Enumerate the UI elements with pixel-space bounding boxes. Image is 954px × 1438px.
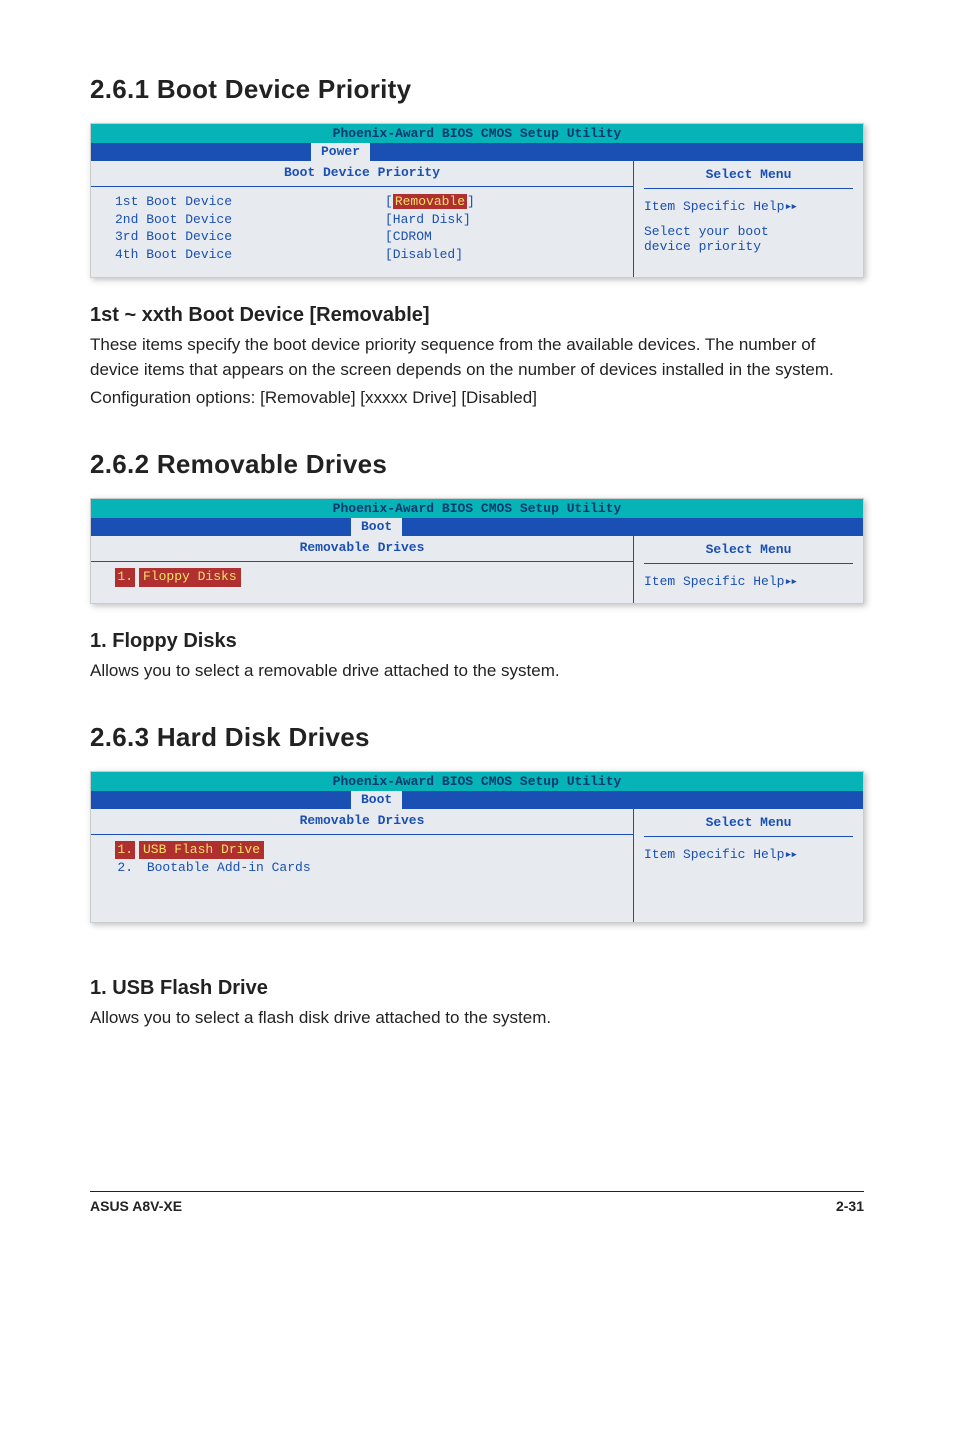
bios-tab-boot[interactable]: Boot	[351, 518, 402, 536]
bios-tabbar: Boot	[91, 791, 863, 809]
bios-tab-boot[interactable]: Boot	[351, 791, 402, 809]
bios-panel-title: Removable Drives	[91, 809, 633, 835]
footer-left: ASUS A8V-XE	[90, 1198, 182, 1214]
bios-row-label: 2nd Boot Device	[115, 211, 385, 229]
bios-select-menu: Select Menu	[644, 542, 853, 564]
bios-title: Phoenix-Award BIOS CMOS Setup Utility	[91, 124, 863, 143]
list-num: 1.	[115, 568, 135, 587]
list-text: Bootable Add-in Cards	[143, 860, 311, 875]
list-text: USB Flash Drive	[139, 841, 264, 860]
body-text: Configuration options: [Removable] [xxxx…	[90, 386, 864, 411]
body-text: Allows you to select a flash disk drive …	[90, 1006, 864, 1031]
bios-title: Phoenix-Award BIOS CMOS Setup Utility	[91, 499, 863, 518]
bios-panel-title: Removable Drives	[91, 536, 633, 562]
bios-row-3rd-boot[interactable]: 3rd Boot Device [CDROM	[115, 228, 621, 246]
body-text: These items specify the boot device prio…	[90, 333, 864, 382]
body-text: Allows you to select a removable drive a…	[90, 659, 864, 684]
bios-help-body: Select your boot device priority	[644, 214, 853, 254]
sub-heading-usb: 1. USB Flash Drive	[90, 977, 864, 1000]
bios-list-item-usb[interactable]: 1.USB Flash Drive	[91, 841, 633, 860]
bios-row-2nd-boot[interactable]: 2nd Boot Device [Hard Disk]	[115, 211, 621, 229]
bios-row-value: [Hard Disk]	[385, 211, 471, 229]
bios-select-menu: Select Menu	[644, 167, 853, 189]
bios-help-line: Item Specific Help▸▸	[644, 572, 853, 589]
bios-help-line: Item Specific Help▸▸	[644, 197, 853, 214]
sub-heading-1st-xth: 1st ~ xxth Boot Device [Removable]	[90, 304, 864, 327]
list-num: 1.	[115, 841, 135, 860]
bios-row-value: [Removable]	[385, 193, 475, 211]
sub-heading-floppy: 1. Floppy Disks	[90, 630, 864, 653]
bios-panel-title: Boot Device Priority	[91, 161, 633, 187]
list-num: 2.	[115, 859, 135, 878]
bios-row-4th-boot[interactable]: 4th Boot Device [Disabled]	[115, 246, 621, 264]
help-arrows-icon: ▸▸	[784, 574, 796, 589]
bios-tab-power[interactable]: Power	[311, 143, 370, 161]
bios-row-label: 3rd Boot Device	[115, 228, 385, 246]
bios-select-menu: Select Menu	[644, 815, 853, 837]
bios-row-value: [Disabled]	[385, 246, 463, 264]
help-arrows-icon: ▸▸	[784, 199, 796, 214]
bios-row-label: 1st Boot Device	[115, 193, 385, 211]
bios-box-hdd: Phoenix-Award BIOS CMOS Setup Utility Bo…	[90, 771, 864, 924]
bios-list-item-floppy[interactable]: 1.Floppy Disks	[91, 568, 633, 587]
bios-box-removable: Phoenix-Award BIOS CMOS Setup Utility Bo…	[90, 498, 864, 604]
bios-list-item-bootable-addin[interactable]: 2. Bootable Add-in Cards	[91, 859, 633, 878]
bios-box-boot-priority: Phoenix-Award BIOS CMOS Setup Utility Po…	[90, 123, 864, 278]
section-title-263: 2.6.3 Hard Disk Drives	[90, 722, 864, 753]
footer-right: 2-31	[836, 1198, 864, 1214]
bios-tabbar: Power	[91, 143, 863, 161]
help-arrows-icon: ▸▸	[784, 847, 796, 862]
bios-row-1st-boot[interactable]: 1st Boot Device [Removable]	[115, 193, 621, 211]
bios-row-value: [CDROM	[385, 228, 432, 246]
section-title-262: 2.6.2 Removable Drives	[90, 449, 864, 480]
bios-row-label: 4th Boot Device	[115, 246, 385, 264]
bios-title: Phoenix-Award BIOS CMOS Setup Utility	[91, 772, 863, 791]
bios-tabbar: Boot	[91, 518, 863, 536]
section-title-261: 2.6.1 Boot Device Priority	[90, 74, 864, 105]
bios-help-line: Item Specific Help▸▸	[644, 845, 853, 862]
list-text: Floppy Disks	[139, 568, 241, 587]
